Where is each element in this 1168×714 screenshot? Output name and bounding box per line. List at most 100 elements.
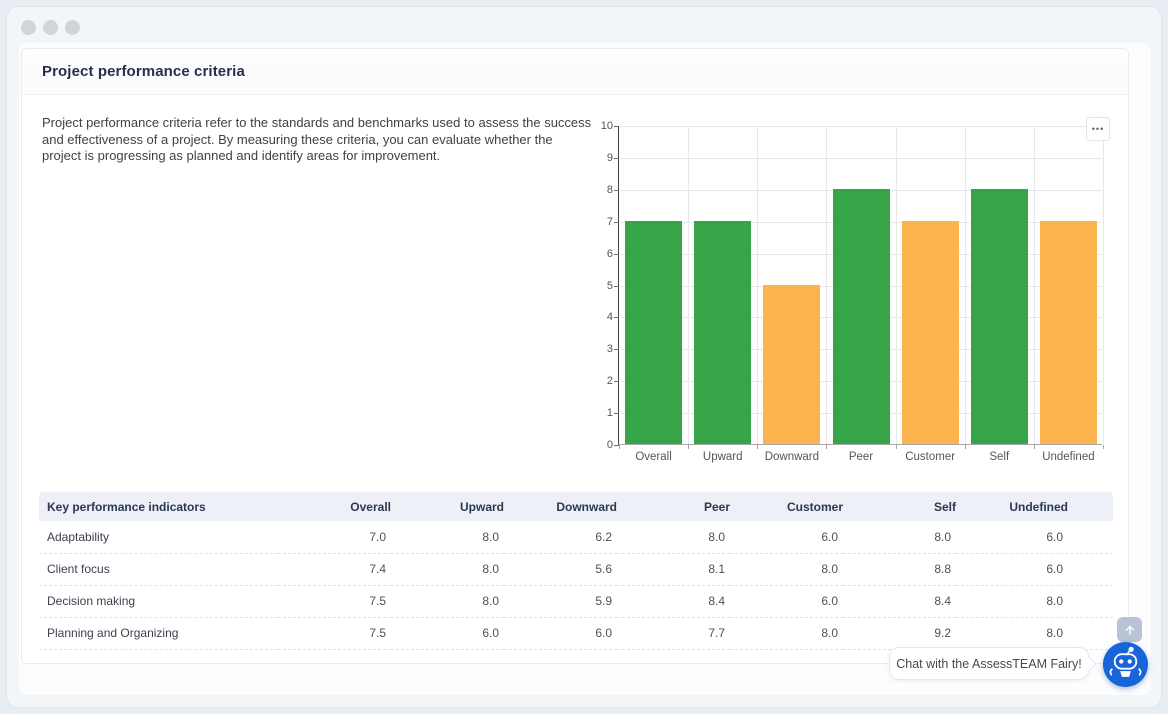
y-tick-mark (614, 158, 619, 159)
kpi-value: 7.5 (278, 585, 391, 617)
table-row: Adaptability7.08.06.28.06.08.06.0 (39, 521, 1113, 553)
bar-self[interactable] (971, 189, 1028, 444)
x-tick-mark (896, 445, 897, 449)
kpi-value: 8.0 (956, 617, 1113, 649)
window-dot-icon[interactable] (65, 20, 80, 35)
x-tick-mark (688, 445, 689, 449)
v-gridline (688, 126, 689, 444)
column-header: Customer (730, 492, 843, 521)
report-card: Project performance criteria Project per… (21, 48, 1129, 664)
v-gridline (965, 126, 966, 444)
kpi-value: 8.0 (730, 617, 843, 649)
kpi-label: Client focus (39, 553, 278, 585)
kpi-value: 6.0 (956, 553, 1113, 585)
kpi-value: 7.5 (278, 617, 391, 649)
scroll-to-top-button[interactable] (1117, 617, 1142, 642)
x-tick-mark (757, 445, 758, 449)
y-axis-label: 7 (587, 216, 613, 228)
y-axis-label: 3 (587, 343, 613, 355)
kpi-value: 8.0 (617, 521, 730, 553)
kpi-value: 6.0 (504, 617, 617, 649)
column-header: Undefined (956, 492, 1113, 521)
description-text: Project performance criteria refer to th… (42, 115, 594, 165)
kpi-value: 8.4 (617, 585, 730, 617)
column-header: Peer (617, 492, 730, 521)
kpi-value: 6.0 (730, 521, 843, 553)
table-header-row: Key performance indicatorsOverallUpwardD… (39, 492, 1113, 521)
kpi-value: 8.4 (843, 585, 956, 617)
kpi-value: 7.0 (278, 521, 391, 553)
y-axis-label: 9 (587, 152, 613, 164)
v-gridline (1034, 126, 1035, 444)
x-tick-mark (826, 445, 827, 449)
v-gridline (826, 126, 827, 444)
column-header: Key performance indicators (39, 492, 278, 521)
v-gridline (757, 126, 758, 444)
kpi-value: 9.2 (843, 617, 956, 649)
x-axis-label: Downward (757, 451, 826, 463)
robot-icon (1103, 642, 1148, 687)
y-axis-label: 1 (587, 407, 613, 419)
bar-peer[interactable] (833, 189, 890, 444)
table-row: Client focus7.48.05.68.18.08.86.0 (39, 553, 1113, 585)
page-title: Project performance criteria (42, 63, 245, 80)
bar-undefined[interactable] (1040, 221, 1097, 444)
column-header: Downward (504, 492, 617, 521)
x-tick-mark (1034, 445, 1035, 449)
column-header: Overall (278, 492, 391, 521)
v-gridline (896, 126, 897, 444)
chart-menu-button[interactable]: ••• (1086, 117, 1110, 141)
y-tick-mark (614, 349, 619, 350)
kpi-value: 6.2 (504, 521, 617, 553)
x-axis-label: Self (965, 451, 1034, 463)
y-tick-mark (614, 254, 619, 255)
chat-bubble-text: Chat with the AssessTEAM Fairy! (896, 657, 1081, 671)
x-tick-mark (619, 445, 620, 449)
plot-area: 012345678910OverallUpwardDownwardPeerCus… (618, 126, 1102, 445)
table-row: Decision making7.58.05.98.46.08.48.0 (39, 585, 1113, 617)
kpi-value: 8.0 (843, 521, 956, 553)
bar-upward[interactable] (694, 221, 751, 444)
chat-robot-button[interactable] (1103, 642, 1148, 687)
y-tick-mark (614, 286, 619, 287)
x-axis-label: Overall (619, 451, 688, 463)
arrow-up-icon (1123, 623, 1137, 637)
window-dot-icon[interactable] (43, 20, 58, 35)
x-tick-mark (1103, 445, 1104, 449)
kpi-value: 8.1 (617, 553, 730, 585)
window-dot-icon[interactable] (21, 20, 36, 35)
y-axis-label: 8 (587, 184, 613, 196)
y-axis-label: 0 (587, 439, 613, 451)
ellipsis-icon: ••• (1092, 124, 1104, 134)
bar-overall[interactable] (625, 221, 682, 444)
y-tick-mark (614, 222, 619, 223)
kpi-value: 8.0 (391, 521, 504, 553)
kpi-value: 8.0 (956, 585, 1113, 617)
kpi-value: 6.0 (730, 585, 843, 617)
bar-downward[interactable] (763, 285, 820, 445)
kpi-label: Decision making (39, 585, 278, 617)
kpi-value: 8.8 (843, 553, 956, 585)
x-axis-label: Peer (826, 451, 895, 463)
kpi-table-wrap: Key performance indicatorsOverallUpwardD… (39, 492, 1113, 650)
y-axis-label: 2 (587, 375, 613, 387)
y-tick-mark (614, 381, 619, 382)
y-axis-label: 6 (587, 248, 613, 260)
h-gridline (619, 158, 1102, 159)
kpi-value: 8.0 (391, 553, 504, 585)
kpi-value: 6.0 (956, 521, 1113, 553)
table-row: Planning and Organizing7.56.06.07.78.09.… (39, 617, 1113, 649)
y-tick-mark (614, 413, 619, 414)
bar-customer[interactable] (902, 221, 959, 444)
x-tick-mark (965, 445, 966, 449)
x-axis-label: Customer (896, 451, 965, 463)
kpi-value: 8.0 (391, 585, 504, 617)
window-controls (21, 20, 80, 35)
y-tick-mark (614, 317, 619, 318)
chat-bubble[interactable]: Chat with the AssessTEAM Fairy! (889, 647, 1089, 680)
card-header: Project performance criteria (22, 49, 1128, 95)
y-tick-mark (614, 190, 619, 191)
kpi-value: 7.7 (617, 617, 730, 649)
app-window: Project performance criteria Project per… (6, 6, 1162, 708)
x-axis-label: Upward (688, 451, 757, 463)
